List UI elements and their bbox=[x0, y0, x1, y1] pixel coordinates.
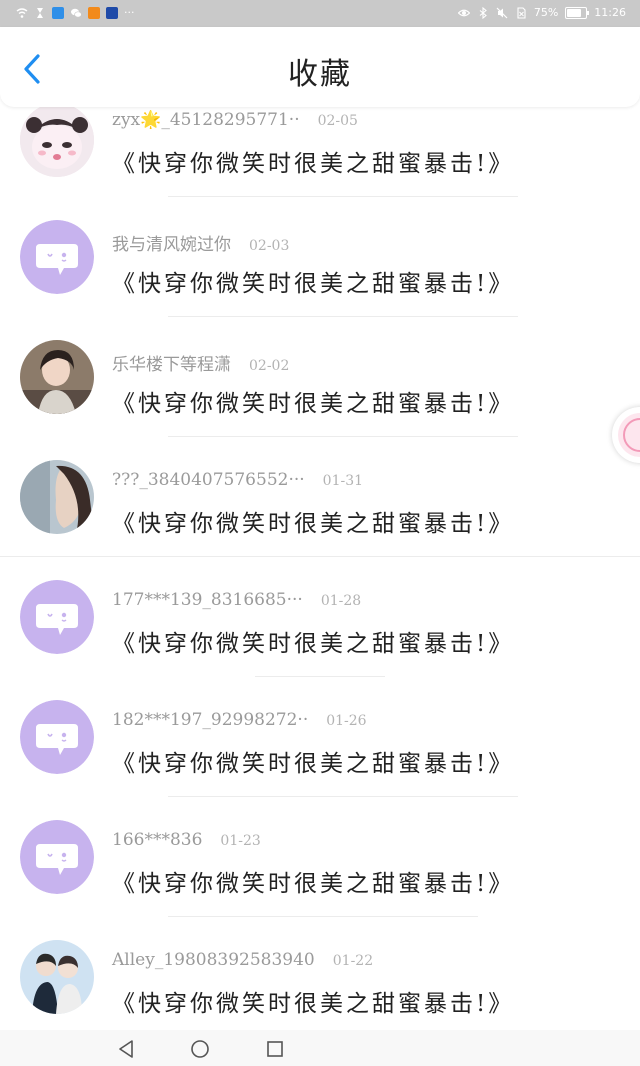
item-date: 01-31 bbox=[322, 473, 364, 489]
search-app-icon bbox=[52, 6, 64, 19]
item-meta: 乐华楼下等程潇 02-02 bbox=[112, 350, 289, 375]
status-bar: ··· 75% 11:26 bbox=[0, 0, 640, 27]
list-item[interactable]: 我与清风婉过你 02-03 《快穿你微笑时很美之甜蜜暴击!》 bbox=[0, 220, 640, 340]
photo-profile-avatar bbox=[20, 460, 94, 534]
square-recents-icon[interactable] bbox=[264, 1038, 286, 1060]
divider bbox=[0, 556, 640, 557]
item-meta: 177***139_8316685··· 01-28 bbox=[112, 590, 361, 610]
mute-icon bbox=[496, 7, 508, 18]
item-message: 《快穿你微笑时很美之甜蜜暴击!》 bbox=[112, 151, 515, 177]
avatar bbox=[20, 820, 94, 894]
divider bbox=[255, 676, 385, 677]
list-item[interactable]: 乐华楼下等程潇 02-02 《快穿你微笑时很美之甜蜜暴击!》 bbox=[0, 340, 640, 460]
item-date: 02-03 bbox=[249, 238, 290, 254]
item-date: 02-02 bbox=[249, 358, 290, 374]
item-message: 《快穿你微笑时很美之甜蜜暴击!》 bbox=[112, 751, 515, 777]
item-date: 01-22 bbox=[332, 953, 374, 969]
user-name: 乐华楼下等程潇 bbox=[112, 355, 231, 375]
item-date: 01-23 bbox=[220, 833, 261, 849]
list-item[interactable]: zyx🌟_45128295771·· 02-05 《快穿你微笑时很美之甜蜜暴击!… bbox=[0, 100, 640, 220]
user-name: 177***139_8316685··· bbox=[112, 590, 303, 610]
user-name: 166***836 bbox=[112, 830, 203, 850]
user-name: Alley_19808392583940 bbox=[112, 950, 315, 970]
item-meta: 166***836 01-23 bbox=[112, 830, 261, 850]
item-message: 《快穿你微笑时很美之甜蜜暴击!》 bbox=[112, 271, 515, 297]
page-title: 收藏 bbox=[288, 57, 352, 92]
divider bbox=[168, 436, 518, 437]
list-item[interactable]: 182***197_92998272·· 01-26 《快穿你微笑时很美之甜蜜暴… bbox=[0, 700, 640, 820]
system-nav-bar bbox=[0, 1030, 640, 1066]
user-name: 182***197_92998272·· bbox=[112, 710, 309, 730]
wifi-icon bbox=[16, 7, 28, 18]
item-message: 《快穿你微笑时很美之甜蜜暴击!》 bbox=[112, 391, 515, 417]
app-header: 收藏 bbox=[0, 27, 640, 107]
orange-app-icon bbox=[88, 6, 100, 19]
divider bbox=[168, 196, 518, 197]
triangle-back-icon[interactable] bbox=[116, 1038, 138, 1060]
list-item[interactable]: 177***139_8316685··· 01-28 《快穿你微笑时很美之甜蜜暴… bbox=[0, 580, 640, 700]
item-meta: Alley_19808392583940 01-22 bbox=[112, 950, 373, 970]
more-icon: ··· bbox=[124, 6, 135, 19]
item-meta: zyx🌟_45128295771·· 02-05 bbox=[112, 110, 358, 130]
divider bbox=[168, 916, 478, 917]
item-date: 01-26 bbox=[326, 713, 367, 729]
user-name: zyx🌟_45128295771·· bbox=[112, 110, 300, 130]
default-chat-avatar bbox=[20, 820, 94, 894]
item-meta: ???_3840407576552··· 01-31 bbox=[112, 470, 363, 490]
battery-percent: 75% bbox=[533, 6, 559, 19]
user-name: 我与清风婉过你 bbox=[112, 235, 231, 255]
no-sim-icon bbox=[517, 6, 526, 19]
default-chat-avatar bbox=[20, 220, 94, 294]
item-date: 01-28 bbox=[320, 593, 362, 609]
photo-couple-avatar bbox=[20, 940, 94, 1014]
divider bbox=[168, 796, 518, 797]
divider bbox=[168, 316, 518, 317]
item-meta: 182***197_92998272·· 01-26 bbox=[112, 710, 367, 730]
avatar bbox=[20, 103, 94, 177]
default-chat-avatar bbox=[20, 700, 94, 774]
photo-girl-avatar bbox=[20, 340, 94, 414]
battery-icon bbox=[565, 6, 590, 19]
panda-cartoon-avatar bbox=[20, 103, 94, 177]
item-message: 《快穿你微笑时很美之甜蜜暴击!》 bbox=[112, 991, 515, 1017]
avatar bbox=[20, 580, 94, 654]
avatar bbox=[20, 340, 94, 414]
avatar bbox=[20, 940, 94, 1014]
status-left: ··· bbox=[16, 6, 135, 19]
eye-icon bbox=[457, 9, 470, 16]
avatar bbox=[20, 220, 94, 294]
item-date: 02-05 bbox=[317, 113, 358, 129]
circle-home-icon[interactable] bbox=[189, 1038, 211, 1060]
list-item[interactable]: ???_3840407576552··· 01-31 《快穿你微笑时很美之甜蜜暴… bbox=[0, 460, 640, 580]
clock: 11:26 bbox=[594, 6, 626, 19]
item-meta: 我与清风婉过你 02-03 bbox=[112, 230, 289, 255]
hourglass-icon bbox=[37, 7, 43, 18]
bluetooth-icon bbox=[479, 6, 487, 19]
wechat-icon bbox=[71, 8, 82, 18]
user-name: ???_3840407576552··· bbox=[112, 470, 305, 490]
item-message: 《快穿你微笑时很美之甜蜜暴击!》 bbox=[112, 631, 515, 657]
avatar bbox=[20, 700, 94, 774]
item-message: 《快穿你微笑时很美之甜蜜暴击!》 bbox=[112, 511, 515, 537]
blue-app-icon bbox=[106, 6, 118, 19]
item-message: 《快穿你微笑时很美之甜蜜暴击!》 bbox=[112, 871, 515, 897]
avatar bbox=[20, 460, 94, 534]
default-chat-avatar bbox=[20, 580, 94, 654]
status-right: 75% 11:26 bbox=[457, 6, 626, 19]
list-item[interactable]: 166***836 01-23 《快穿你微笑时很美之甜蜜暴击!》 bbox=[0, 820, 640, 940]
